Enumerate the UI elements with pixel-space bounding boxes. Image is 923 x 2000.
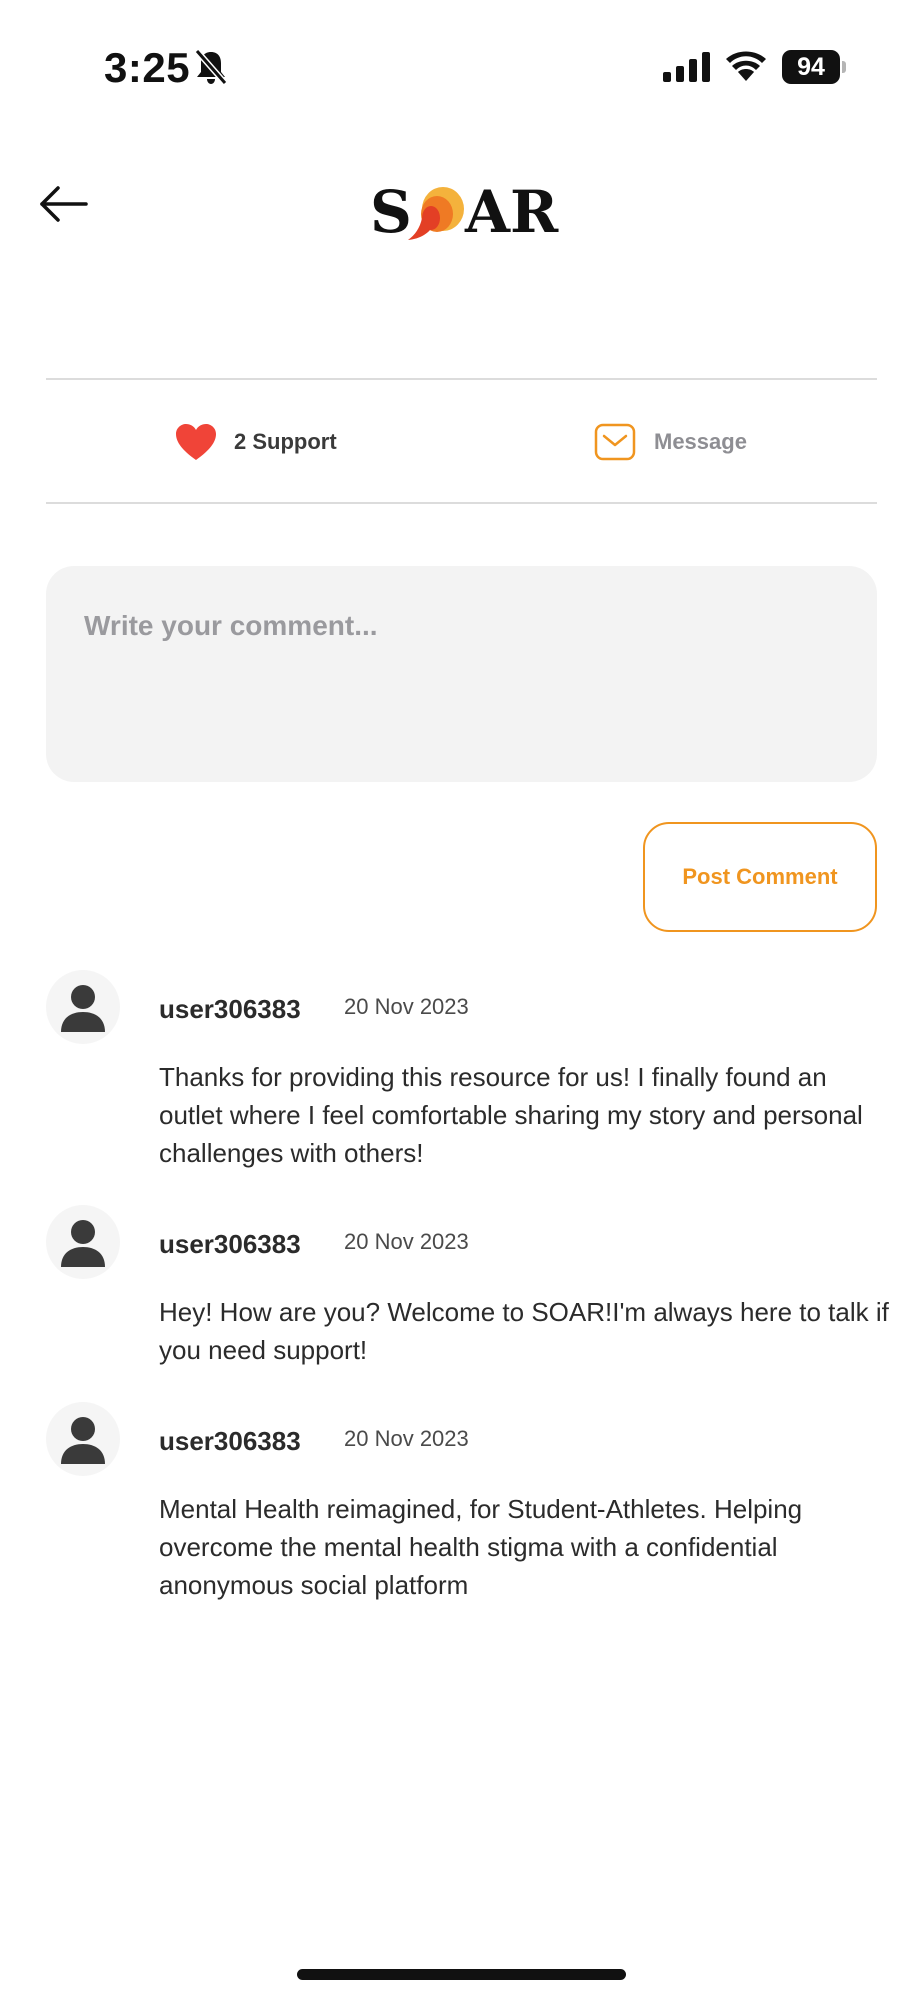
status-bar: 3:25 94 — [0, 0, 923, 130]
avatar — [46, 1402, 120, 1476]
battery-level: 94 — [797, 52, 825, 81]
support-button[interactable]: 2 Support — [174, 420, 337, 464]
envelope-icon — [594, 423, 636, 461]
speech-bubble-mark — [408, 187, 464, 240]
comment-item: user306383 20 Nov 2023 Mental Health rei… — [46, 1402, 877, 1602]
back-arrow-icon[interactable] — [38, 184, 90, 224]
person-icon — [61, 1417, 105, 1464]
comment-item: user306383 20 Nov 2023 Thanks for provid… — [46, 970, 877, 1170]
divider-bottom — [46, 502, 877, 504]
cellular-signal-icon — [663, 52, 710, 82]
svg-text:AR: AR — [464, 180, 559, 244]
heart-icon — [176, 424, 216, 460]
bell-slash-icon — [194, 49, 228, 85]
wifi-icon — [726, 51, 766, 81]
support-count: 2 Support — [234, 429, 337, 454]
comment-text: Mental Health reimagined, for Student-At… — [159, 1494, 803, 1600]
comment-item: user306383 20 Nov 2023 Hey! How are you?… — [46, 1205, 889, 1365]
comment-date: 20 Nov 2023 — [344, 1426, 469, 1451]
avatar — [46, 1205, 120, 1279]
comment-text: Hey! How are you? Welcome to SOAR!I'm al… — [159, 1297, 889, 1365]
message-label: Message — [654, 429, 747, 454]
message-button[interactable]: Message — [594, 420, 747, 464]
soar-logo: S AR — [370, 180, 559, 244]
comment-text: Thanks for providing this resource for u… — [159, 1062, 863, 1168]
comment-date: 20 Nov 2023 — [344, 994, 469, 1019]
comment-username[interactable]: user306383 — [159, 994, 301, 1025]
comment-input[interactable] — [84, 610, 839, 738]
comment-username[interactable]: user306383 — [159, 1229, 301, 1260]
comment-username[interactable]: user306383 — [159, 1426, 301, 1457]
avatar — [46, 970, 120, 1044]
home-indicator[interactable] — [297, 1969, 626, 1980]
person-icon — [61, 985, 105, 1032]
person-icon — [61, 1220, 105, 1267]
svg-text:S: S — [370, 180, 412, 244]
comment-date: 20 Nov 2023 — [344, 1229, 469, 1254]
comment-input-container — [46, 566, 877, 782]
battery-indicator: 94 — [782, 50, 840, 84]
post-comment-button[interactable]: Post Comment — [643, 822, 877, 932]
divider-top — [46, 378, 877, 380]
battery-cap — [842, 61, 846, 73]
status-time: 3:25 — [104, 44, 191, 91]
